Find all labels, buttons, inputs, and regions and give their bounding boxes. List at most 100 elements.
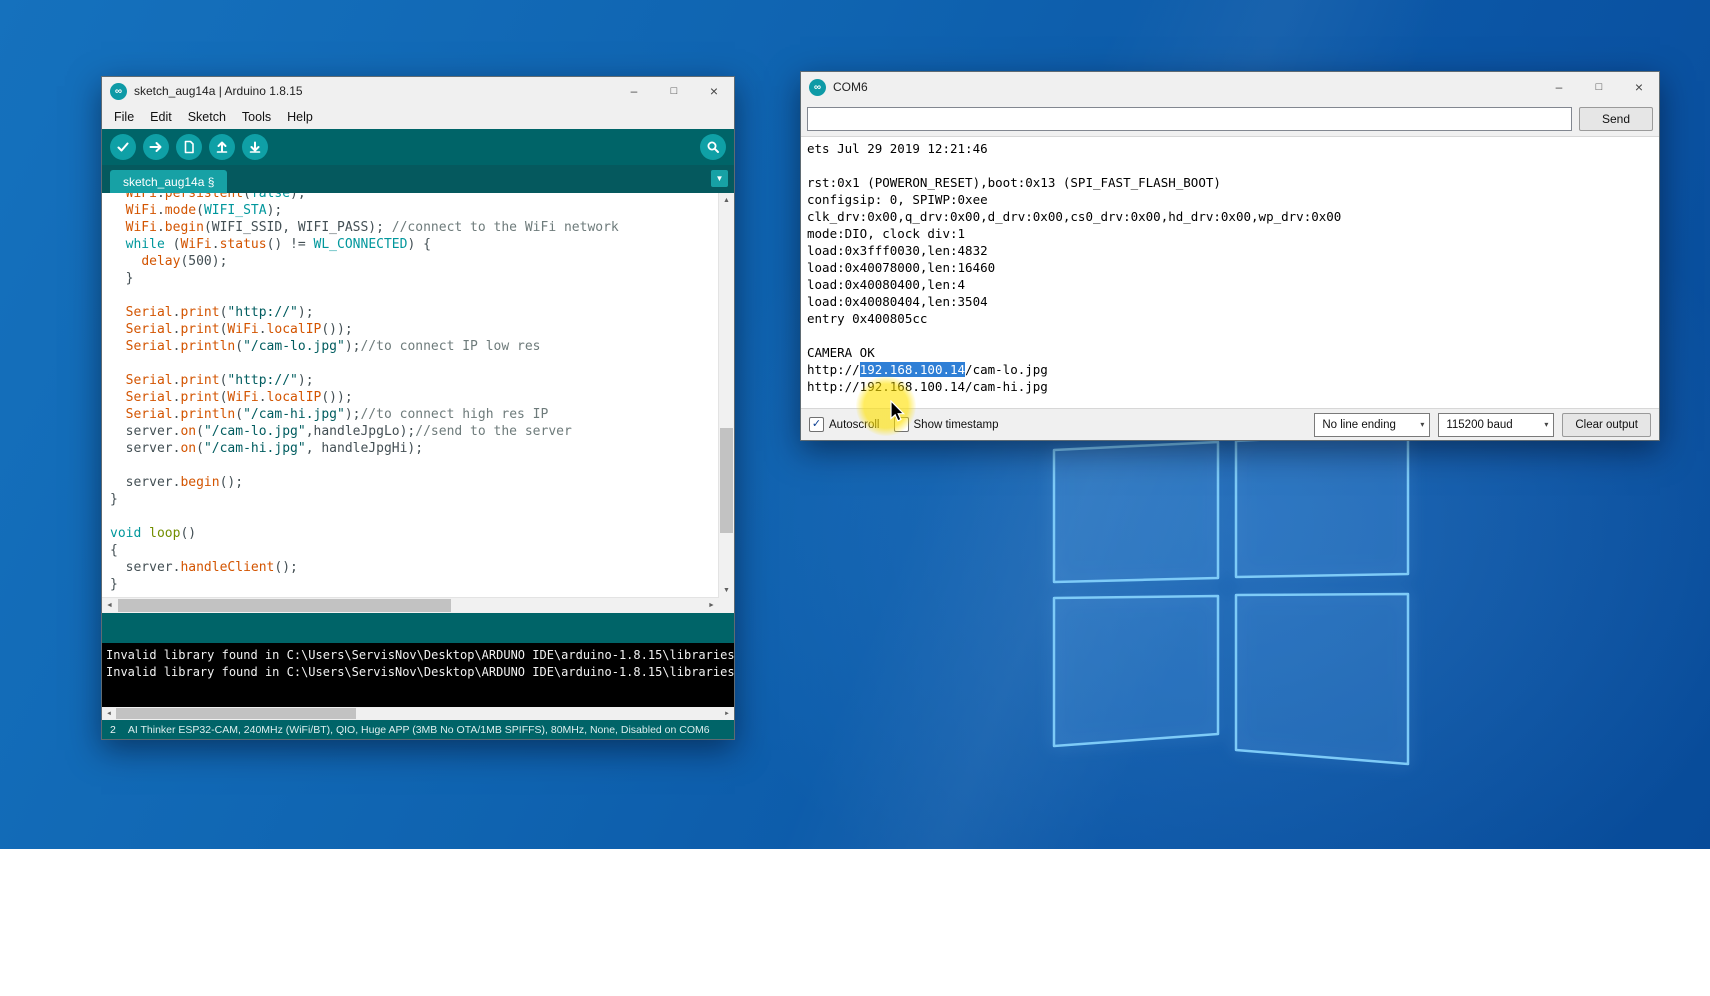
serial-output-line: CAMERA OK [807, 344, 1653, 361]
open-arrow-up-icon [215, 140, 229, 154]
code-token: Serial [126, 322, 173, 337]
magnifier-icon [706, 140, 720, 154]
code-token: ()); [321, 322, 352, 337]
baud-rate-select[interactable]: 115200 baud ▾ [1438, 413, 1554, 437]
menu-tools[interactable]: Tools [234, 105, 279, 129]
line-ending-select[interactable]: No line ending ▾ [1314, 413, 1430, 437]
editor-horizontal-scrollbar[interactable]: ◄ ► [102, 597, 719, 613]
code-token: Serial [126, 407, 173, 422]
upload-button[interactable] [143, 134, 169, 160]
code-token: () != [267, 237, 314, 252]
arduino-menubar: File Edit Sketch Tools Help [102, 105, 734, 129]
code-line: Serial.println("/cam-hi.jpg");//to conne… [110, 406, 719, 423]
code-token: Serial [126, 373, 173, 388]
new-sketch-button[interactable] [176, 134, 202, 160]
code-token: print [180, 305, 219, 320]
serial-monitor-button[interactable] [700, 134, 726, 160]
menu-file[interactable]: File [106, 105, 142, 129]
code-token: (WIFI_SSID, WIFI_PASS); [204, 220, 392, 235]
code-line: { [110, 542, 719, 559]
serial-output[interactable]: ets Jul 29 2019 12:21:46 rst:0x1 (POWERO… [801, 136, 1659, 409]
status-board-info: AI Thinker ESP32-CAM, 240MHz (WiFi/BT), … [128, 724, 710, 736]
code-area[interactable]: WiFi.persistent(false); WiFi.mode(WIFI_S… [102, 193, 719, 598]
code-token: ) { [407, 237, 430, 252]
code-token: WiFi [126, 193, 157, 201]
scroll-up-arrow-icon[interactable]: ▲ [719, 193, 734, 208]
code-line [110, 457, 719, 474]
code-token: WL_CONNECTED [314, 237, 408, 252]
console-scroll-right-icon[interactable]: ► [720, 707, 734, 720]
windows-logo-pane-tr [1236, 432, 1408, 577]
code-token: begin [165, 220, 204, 235]
code-token: print [180, 390, 219, 405]
arduino-titlebar[interactable]: ∞ sketch_aug14a | Arduino 1.8.15 – □ × [102, 77, 734, 105]
serial-titlebar[interactable]: ∞ COM6 – □ × [801, 72, 1659, 102]
horizontal-scroll-thumb[interactable] [118, 599, 451, 612]
serial-output-line: ets Jul 29 2019 12:21:46 [807, 140, 1653, 157]
send-button[interactable]: Send [1579, 107, 1653, 131]
code-token: println [180, 407, 235, 422]
scroll-left-arrow-icon[interactable]: ◄ [102, 598, 117, 613]
open-sketch-button[interactable] [209, 134, 235, 160]
save-sketch-button[interactable] [242, 134, 268, 160]
serial-minimize-button[interactable]: – [1539, 72, 1579, 102]
menu-sketch[interactable]: Sketch [180, 105, 234, 129]
code-token: status [220, 237, 267, 252]
code-token: //connect to the WiFi network [392, 220, 619, 235]
console-scrollbar[interactable]: ◄ ► [102, 707, 734, 720]
code-token: WiFi [227, 322, 258, 337]
serial-output-line: load:0x40078000,len:16460 [807, 259, 1653, 276]
serial-output-line: http://192.168.100.14/cam-hi.jpg [807, 378, 1653, 395]
serial-output-line: load:0x40080400,len:4 [807, 276, 1653, 293]
code-token: . [259, 390, 267, 405]
console-output[interactable]: Invalid library found in C:\Users\Servis… [102, 643, 734, 707]
serial-close-button[interactable]: × [1619, 72, 1659, 102]
code-token: } [110, 492, 118, 507]
scroll-down-arrow-icon[interactable]: ▼ [719, 583, 734, 598]
vertical-scroll-thumb[interactable] [720, 428, 733, 533]
verify-button[interactable] [110, 134, 136, 160]
code-token: print [180, 373, 219, 388]
minimize-button[interactable]: – [614, 77, 654, 105]
code-line: server.begin(); [110, 474, 719, 491]
serial-window-controls: – □ × [1539, 72, 1659, 102]
baud-rate-value: 115200 baud [1446, 419, 1512, 431]
code-token: void [110, 526, 141, 541]
serial-maximize-button[interactable]: □ [1579, 72, 1619, 102]
code-token: "/cam-hi.jpg" [243, 407, 345, 422]
code-token: ); [345, 407, 361, 422]
serial-input[interactable] [807, 107, 1572, 131]
serial-output-line: clk_drv:0x00,q_drv:0x00,d_drv:0x00,cs0_d… [807, 208, 1653, 225]
console-scroll-thumb[interactable] [116, 708, 356, 719]
code-token: ,handleJpgLo); [306, 424, 416, 439]
code-token: //to connect IP low res [360, 339, 540, 354]
autoscroll-checkbox[interactable]: ✓ [809, 417, 824, 432]
code-token: WiFi [180, 237, 211, 252]
code-line: server.handleClient(); [110, 559, 719, 576]
menu-help[interactable]: Help [279, 105, 321, 129]
chevron-down-icon: ▾ [1544, 420, 1548, 429]
clear-output-button[interactable]: Clear output [1562, 413, 1651, 437]
tab-sketch-aug14a[interactable]: sketch_aug14a § [110, 170, 227, 193]
code-token: WiFi [126, 220, 157, 235]
save-arrow-down-icon [248, 140, 262, 154]
serial-output-line: http://192.168.100.14/cam-lo.jpg [807, 361, 1653, 378]
code-token: //send to the server [415, 424, 572, 439]
code-line: WiFi.persistent(false); [110, 193, 719, 202]
windows-logo [1050, 424, 1412, 772]
console-scroll-left-icon[interactable]: ◄ [102, 707, 116, 720]
code-line: void loop() [110, 525, 719, 542]
code-line: Serial.print("http://"); [110, 372, 719, 389]
code-token: , handleJpgHi); [306, 441, 423, 456]
code-editor[interactable]: WiFi.persistent(false); WiFi.mode(WIFI_S… [102, 193, 734, 613]
code-line: Serial.println("/cam-lo.jpg");//to conne… [110, 338, 719, 355]
autoscroll-option[interactable]: ✓ Autoscroll [809, 417, 880, 432]
tab-list-button[interactable]: ▼ [711, 170, 728, 187]
maximize-button[interactable]: □ [654, 77, 694, 105]
close-button[interactable]: × [694, 77, 734, 105]
serial-output-line: configsip: 0, SPIWP:0xee [807, 191, 1653, 208]
infinity-icon: ∞ [814, 82, 821, 93]
editor-vertical-scrollbar[interactable]: ▲ ▼ [718, 193, 734, 598]
scroll-right-arrow-icon[interactable]: ► [704, 598, 719, 613]
menu-edit[interactable]: Edit [142, 105, 180, 129]
